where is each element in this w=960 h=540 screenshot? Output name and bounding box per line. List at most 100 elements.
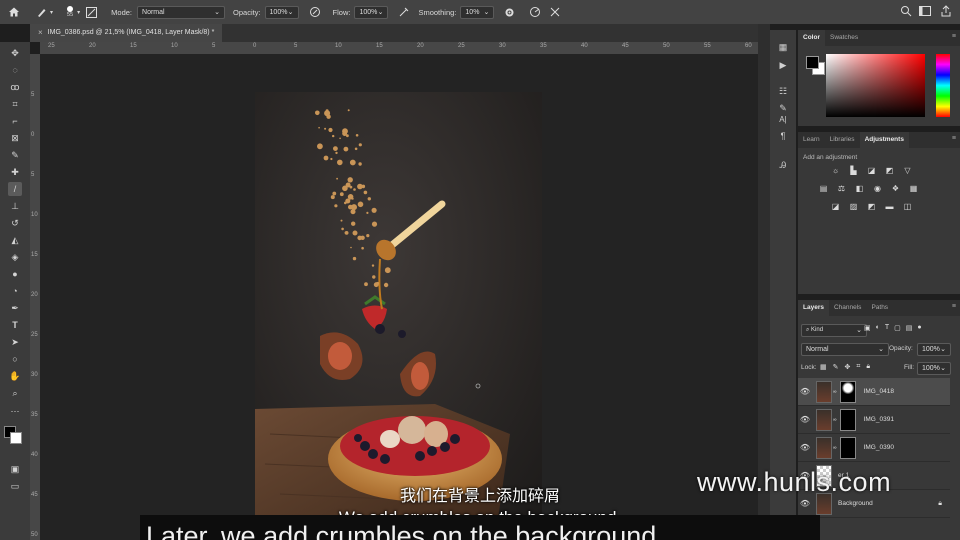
document-canvas[interactable]	[40, 54, 758, 540]
pen-tool-icon[interactable]: ✒	[8, 301, 22, 315]
blur-tool-icon[interactable]: ●	[8, 267, 22, 281]
lock-pixels-icon[interactable]: ✎	[833, 363, 839, 371]
tab-color[interactable]: Color	[798, 30, 825, 46]
tab-paths[interactable]: Paths	[866, 300, 893, 316]
levels-icon[interactable]: ▙	[848, 166, 859, 175]
tab-libraries[interactable]: Libraries	[825, 132, 860, 148]
mode-select[interactable]: Normal ⌄	[137, 5, 226, 19]
marquee-tool-icon[interactable]: ◌	[8, 63, 22, 77]
document-tab[interactable]: × IMG_0386.psd @ 21,5% (IMG_0418, Layer …	[30, 24, 223, 42]
pressure-opacity-icon[interactable]	[309, 0, 321, 24]
glyphs-panel-icon[interactable]: Ꭿ	[776, 158, 790, 172]
frame-tool-icon[interactable]: ⊠	[8, 131, 22, 145]
tab-adjustments[interactable]: Adjustments	[859, 132, 909, 148]
color-lookup-icon[interactable]: ▦	[908, 184, 919, 193]
paint-bucket-tool-icon[interactable]: ◈	[8, 250, 22, 264]
visibility-eye-icon[interactable]: 👁︎	[798, 415, 812, 424]
share-icon[interactable]	[940, 5, 952, 19]
brush-settings-icon[interactable]	[86, 0, 98, 24]
filter-toggle-icon[interactable]: ●	[917, 324, 921, 332]
dropdown-arrow-icon[interactable]: ▾	[50, 9, 53, 16]
close-icon[interactable]: ×	[38, 24, 43, 42]
lasso-tool-icon[interactable]: ꝏ	[8, 80, 22, 94]
crop-tool-icon[interactable]: ⌐	[8, 114, 22, 128]
filter-type-icon[interactable]: T	[885, 324, 889, 332]
tab-learn[interactable]: Learn	[798, 132, 825, 148]
panel-menu-icon[interactable]: ≡	[952, 303, 956, 310]
layer-filter-select[interactable]: ⌕ Kind ⌄	[801, 324, 867, 337]
channel-mixer-icon[interactable]: ❖	[890, 184, 901, 193]
gradient-map-icon[interactable]: ▬	[884, 202, 895, 211]
visibility-eye-icon[interactable]: 👁︎	[798, 387, 812, 396]
layer-row[interactable]: 👁︎ ∞ IMG_0390	[798, 434, 950, 462]
healing-brush-tool-icon[interactable]: ✚	[8, 165, 22, 179]
link-icon[interactable]: ∞	[833, 417, 837, 423]
airbrush-icon[interactable]	[398, 0, 410, 24]
quick-mask-icon[interactable]: ▣	[8, 462, 22, 476]
layer-row[interactable]: 👁︎ ∞ IMG_0418	[798, 378, 950, 406]
panel-menu-icon[interactable]: ≡	[952, 135, 956, 142]
brush-preset-dropdown-icon[interactable]: ▾	[77, 0, 80, 24]
filter-pixel-icon[interactable]: ▣	[864, 324, 871, 332]
background-color-swatch[interactable]	[10, 432, 22, 444]
brush-tool-icon[interactable]: /	[8, 182, 22, 196]
type-tool-icon[interactable]: T	[8, 318, 22, 332]
properties-panel-icon[interactable]: ☷	[776, 84, 790, 98]
search-icon[interactable]	[900, 5, 912, 19]
zoom-tool-icon[interactable]: ⌕	[8, 386, 22, 400]
eyedropper-tool-icon[interactable]: ✎	[8, 148, 22, 162]
opacity-input[interactable]: 100% ⌄	[264, 5, 299, 19]
threshold-icon[interactable]: ◩	[866, 202, 877, 211]
dodge-tool-icon[interactable]: ◔	[8, 284, 22, 298]
clone-stamp-tool-icon[interactable]: ⊥	[8, 199, 22, 213]
brush-preset-picker[interactable]: 55	[67, 0, 73, 24]
link-icon[interactable]: ∞	[833, 389, 837, 395]
move-tool-icon[interactable]: ✥	[8, 46, 22, 60]
photo-filter-icon[interactable]: ◉	[872, 184, 883, 193]
smoothing-input[interactable]: 10% ⌄	[460, 5, 495, 19]
lock-all-icon[interactable]: 🔒︎	[866, 363, 870, 371]
canvas-area[interactable]	[40, 54, 758, 540]
brightness-contrast-icon[interactable]: ☼	[830, 166, 841, 175]
invert-icon[interactable]: ◪	[830, 202, 841, 211]
fill-input[interactable]: 100% ⌄	[917, 362, 951, 375]
layer-opacity-input[interactable]: 100% ⌄	[917, 343, 951, 356]
blend-mode-select[interactable]: Normal ⌄	[801, 343, 889, 356]
home-icon[interactable]	[8, 0, 20, 24]
filter-smart-object-icon[interactable]: ▤	[906, 324, 913, 332]
angle-icon[interactable]	[529, 0, 541, 24]
visibility-eye-icon[interactable]: 👁︎	[798, 443, 812, 452]
color-picker-field[interactable]	[826, 54, 925, 117]
smoothing-gear-icon[interactable]	[504, 0, 515, 24]
layer-mask-thumbnail[interactable]	[839, 380, 856, 403]
paragraph-panel-icon[interactable]: ¶	[776, 129, 790, 143]
history-panel-icon[interactable]: ▦	[776, 40, 790, 54]
curves-icon[interactable]: ◪	[866, 166, 877, 175]
workspace-icon[interactable]	[919, 5, 932, 19]
vibrance-icon[interactable]: ▽	[902, 166, 913, 175]
tab-layers[interactable]: Layers	[798, 300, 829, 316]
character-panel-icon[interactable]: A|	[776, 112, 790, 126]
link-icon[interactable]: ∞	[833, 445, 837, 451]
lock-artboard-icon[interactable]: ⌗	[856, 363, 860, 371]
filter-adjustment-icon[interactable]: ◐	[876, 324, 880, 332]
filter-shape-icon[interactable]: ▢	[894, 324, 901, 332]
hue-slider[interactable]	[936, 54, 950, 117]
layer-mask-thumbnail[interactable]	[839, 408, 856, 431]
panel-menu-icon[interactable]: ≡	[952, 33, 956, 40]
history-brush-tool-icon[interactable]: ↺	[8, 216, 22, 230]
brush-tool-icon[interactable]: ▾	[36, 0, 53, 24]
flow-input[interactable]: 100% ⌄	[354, 5, 389, 19]
actions-panel-icon[interactable]: ▶	[776, 58, 790, 72]
symmetry-icon[interactable]	[549, 0, 561, 24]
black-white-icon[interactable]: ◧	[854, 184, 865, 193]
posterize-icon[interactable]: ▨	[848, 202, 859, 211]
panel-collapse-strip[interactable]	[758, 24, 770, 540]
hue-saturation-icon[interactable]: ▤	[818, 184, 829, 193]
tab-channels[interactable]: Channels	[829, 300, 866, 316]
tab-swatches[interactable]: Swatches	[825, 30, 863, 46]
foreground-color-chip[interactable]	[806, 56, 819, 69]
eraser-tool-icon[interactable]: ◭	[8, 233, 22, 247]
hand-tool-icon[interactable]: ✋	[8, 369, 22, 383]
more-tools-icon[interactable]: ⋯	[8, 404, 22, 418]
